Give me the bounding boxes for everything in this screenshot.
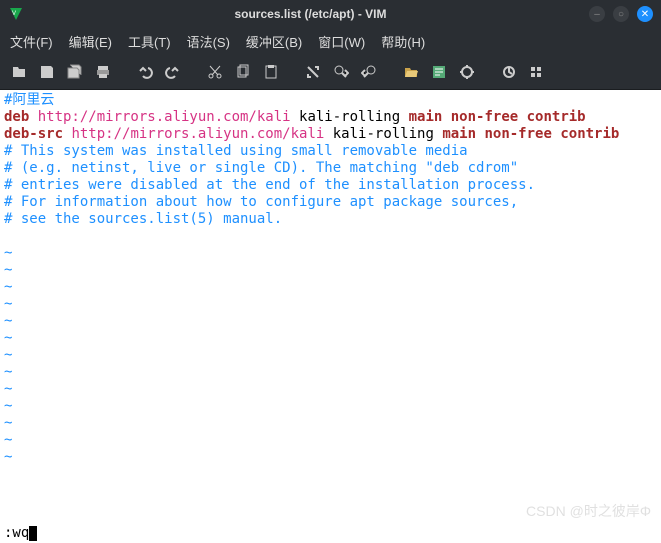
empty-line-tilde: ~	[4, 313, 657, 330]
command-text: :wq	[4, 525, 29, 541]
undo-icon[interactable]	[132, 59, 158, 85]
editor-area[interactable]: #阿里云deb http://mirrors.aliyun.com/kali k…	[0, 90, 661, 523]
menu-help[interactable]: 帮助(H)	[375, 30, 431, 53]
code-line: # entries were disabled at the end of th…	[4, 177, 657, 194]
copy-icon[interactable]	[230, 59, 256, 85]
menu-tools[interactable]: 工具(T)	[122, 30, 177, 53]
shell-icon[interactable]	[496, 59, 522, 85]
redo-icon[interactable]	[160, 59, 186, 85]
empty-line-tilde: ~	[4, 415, 657, 432]
script-icon[interactable]	[426, 59, 452, 85]
empty-line-tilde: ~	[4, 330, 657, 347]
empty-line-tilde: ~	[4, 364, 657, 381]
window-controls: – ○ ✕	[589, 6, 653, 22]
code-line: # This system was installed using small …	[4, 143, 657, 160]
menu-file[interactable]: 文件(F)	[4, 30, 59, 53]
empty-line-tilde: ~	[4, 381, 657, 398]
tags-icon[interactable]	[524, 59, 550, 85]
minimize-icon[interactable]: –	[589, 6, 605, 22]
toolbar	[0, 54, 661, 90]
print-icon[interactable]	[90, 59, 116, 85]
findprev-icon[interactable]	[356, 59, 382, 85]
make-icon[interactable]	[454, 59, 480, 85]
maximize-icon[interactable]: ○	[613, 6, 629, 22]
empty-line-tilde: ~	[4, 245, 657, 262]
menu-edit[interactable]: 编辑(E)	[63, 30, 118, 53]
svg-text:V: V	[12, 11, 16, 17]
empty-line-tilde: ~	[4, 398, 657, 415]
findnext-icon[interactable]	[328, 59, 354, 85]
code-line: deb http://mirrors.aliyun.com/kali kali-…	[4, 109, 657, 126]
titlebar: V sources.list (/etc/apt) - VIM – ○ ✕	[0, 0, 661, 28]
empty-line-tilde: ~	[4, 449, 657, 466]
empty-line-tilde: ~	[4, 432, 657, 449]
cut-icon[interactable]	[202, 59, 228, 85]
vim-icon: V	[8, 6, 24, 22]
menu-buffers[interactable]: 缓冲区(B)	[240, 30, 308, 53]
window-title: sources.list (/etc/apt) - VIM	[32, 7, 589, 21]
command-line[interactable]: :wq	[0, 523, 661, 543]
menubar: 文件(F) 编辑(E) 工具(T) 语法(S) 缓冲区(B) 窗口(W) 帮助(…	[0, 28, 661, 54]
code-line: deb-src http://mirrors.aliyun.com/kali k…	[4, 126, 657, 143]
session-icon[interactable]	[398, 59, 424, 85]
empty-line-tilde: ~	[4, 296, 657, 313]
paste-icon[interactable]	[258, 59, 284, 85]
empty-line-tilde: ~	[4, 262, 657, 279]
cursor	[29, 526, 37, 541]
menu-syntax[interactable]: 语法(S)	[181, 30, 236, 53]
empty-line-tilde: ~	[4, 279, 657, 296]
close-icon[interactable]: ✕	[637, 6, 653, 22]
code-line: # see the sources.list(5) manual.	[4, 211, 657, 228]
code-line: #阿里云	[4, 92, 657, 109]
save-icon[interactable]	[34, 59, 60, 85]
code-line: # For information about how to configure…	[4, 194, 657, 211]
replace-icon[interactable]	[300, 59, 326, 85]
open-icon[interactable]	[6, 59, 32, 85]
menu-window[interactable]: 窗口(W)	[312, 30, 371, 53]
code-line: # (e.g. netinst, live or single CD). The…	[4, 160, 657, 177]
saveall-icon[interactable]	[62, 59, 88, 85]
empty-line-tilde: ~	[4, 347, 657, 364]
